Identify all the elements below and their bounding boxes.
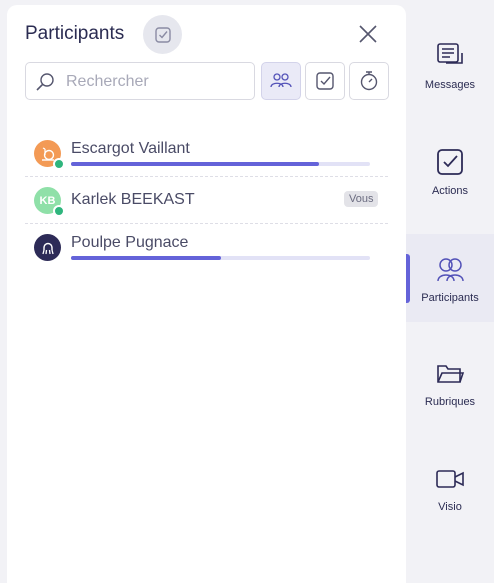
active-indicator	[406, 254, 410, 303]
online-indicator	[53, 158, 65, 170]
octopus-icon	[41, 242, 54, 254]
folder-icon	[437, 365, 465, 383]
search-input[interactable]	[64, 63, 253, 101]
participant-name: Poulpe Pugnace	[71, 234, 189, 251]
you-badge: Vous	[344, 191, 379, 207]
sidebar-item-actions[interactable]: Actions	[406, 139, 494, 227]
sidebar-item-participants[interactable]: Participants	[406, 234, 494, 322]
close-button[interactable]	[355, 21, 381, 47]
stopwatch-icon	[360, 71, 378, 91]
sidebar-item-rubriques[interactable]: Rubriques	[406, 352, 494, 440]
sidebar-item-label: Visio	[438, 501, 462, 513]
online-indicator	[53, 205, 65, 217]
snail-avatar	[34, 140, 65, 170]
progress-fill	[71, 256, 221, 260]
sidebar-item-messages[interactable]: Messages	[406, 33, 494, 121]
participant-row[interactable]: KB Karlek BEEKAST Vous	[25, 177, 388, 224]
progress-bar	[71, 162, 370, 166]
participant-row[interactable]: Escargot Vaillant	[25, 130, 388, 177]
close-icon	[359, 25, 377, 43]
progress-bar	[71, 256, 370, 260]
sidebar-item-label: Rubriques	[424, 396, 476, 408]
video-icon	[436, 470, 464, 488]
checkbox-icon	[316, 72, 334, 90]
search-icon	[36, 73, 54, 91]
participant-row[interactable]: Poulpe Pugnace	[25, 224, 388, 270]
check-badge-icon[interactable]	[143, 15, 182, 54]
panel-title: Participants	[25, 23, 125, 44]
participant-name: Karlek BEEKAST	[71, 191, 195, 208]
participant-name: Escargot Vaillant	[71, 140, 190, 157]
messages-icon	[437, 43, 463, 64]
participants-filter-icon	[270, 73, 292, 88]
actions-icon	[437, 149, 463, 175]
octopus-avatar	[34, 234, 61, 261]
avatar-initials: KB	[39, 194, 56, 207]
participants-icon	[437, 258, 464, 282]
sidebar-item-label: Messages	[424, 79, 476, 91]
sidebar-item-visio[interactable]: Visio	[406, 457, 494, 545]
filter-actions-button[interactable]	[305, 62, 345, 100]
search-field[interactable]	[25, 62, 255, 101]
progress-fill	[71, 162, 320, 166]
snail-icon	[41, 146, 54, 161]
initials-avatar: KB	[34, 187, 65, 217]
filter-participants-button[interactable]	[261, 62, 301, 100]
sidebar-item-label: Participants	[421, 292, 479, 304]
sidebar-item-label: Actions	[431, 185, 469, 197]
filter-timer-button[interactable]	[349, 62, 389, 100]
participants-panel: Participants Escargot Vaillant KB Karlek…	[7, 5, 406, 583]
